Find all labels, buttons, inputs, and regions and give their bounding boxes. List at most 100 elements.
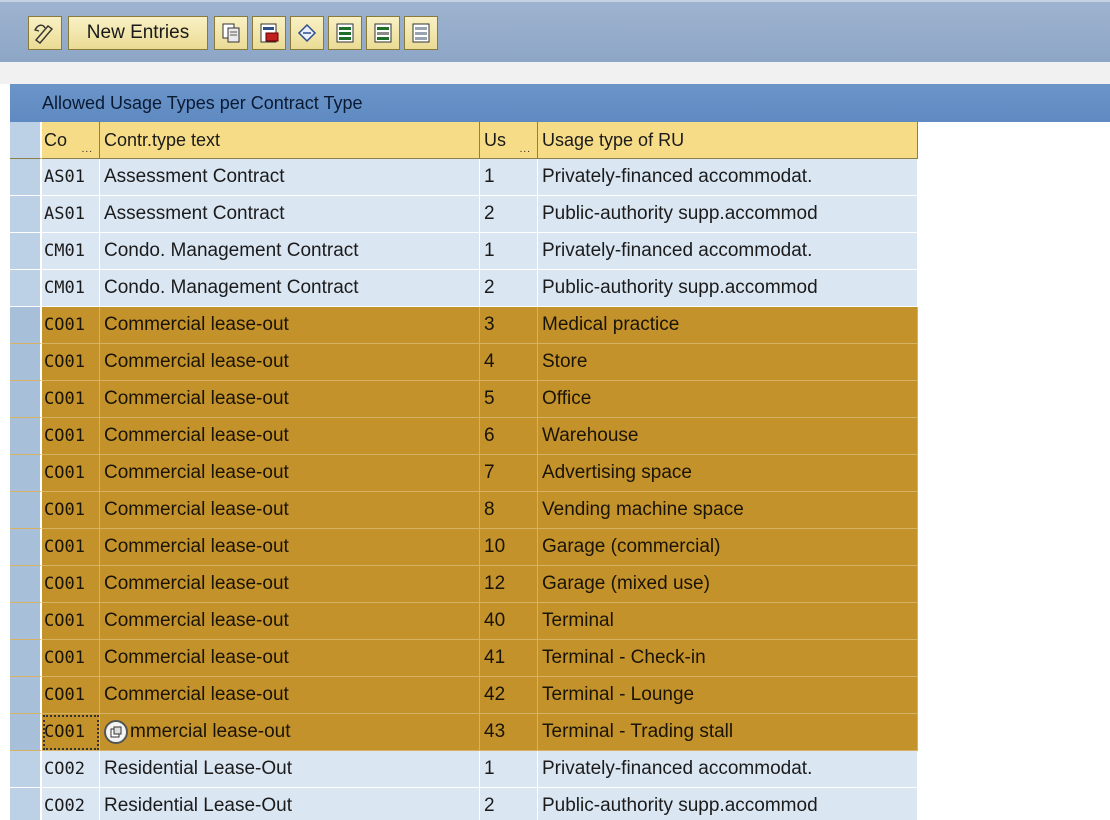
column-header-contract-text[interactable]: Contr.type text xyxy=(100,122,480,159)
usage-type-code-cell[interactable]: 5 xyxy=(480,381,538,418)
usage-type-code-cell[interactable]: 2 xyxy=(480,270,538,307)
usage-type-text-cell[interactable]: Terminal - Check-in xyxy=(538,640,918,677)
row-selector-button[interactable] xyxy=(10,603,42,640)
column-header-code[interactable]: Co... xyxy=(42,122,100,159)
usage-type-text-cell[interactable]: Medical practice xyxy=(538,307,918,344)
contract-type-text-cell[interactable]: Commercial lease-out xyxy=(100,603,480,640)
contract-type-text-cell[interactable]: Commercial lease-out xyxy=(100,455,480,492)
new-entries-button[interactable]: New Entries xyxy=(68,16,208,50)
table-row[interactable]: CO02 Residential Lease-Out 2 Public-authori… xyxy=(10,788,918,820)
usage-type-text-cell[interactable]: Store xyxy=(538,344,918,381)
contract-type-code-cell[interactable]: CO01 xyxy=(42,455,100,492)
table-row[interactable]: CO01 Commercial lease-out 7 Advertising spa… xyxy=(10,455,918,492)
contract-type-text-cell[interactable]: Commercial lease-out xyxy=(100,529,480,566)
select-all-button[interactable] xyxy=(328,16,362,50)
contract-type-text-cell[interactable]: Residential Lease-Out xyxy=(100,788,480,820)
row-selector-button[interactable] xyxy=(10,196,42,233)
contract-type-text-cell[interactable]: Assessment Contract xyxy=(100,159,480,196)
usage-type-text-cell[interactable]: Public-authority supp.accommod xyxy=(538,270,918,307)
usage-type-code-cell[interactable]: 41 xyxy=(480,640,538,677)
usage-type-text-cell[interactable]: Office xyxy=(538,381,918,418)
table-row[interactable]: CO02 Residential Lease-Out 1 Privately-fina… xyxy=(10,751,918,788)
table-row[interactable]: CO01 Commercial lease-out 4 Store xyxy=(10,344,918,381)
table-row[interactable]: CO01 Commercial lease-out 42 Terminal - Lou… xyxy=(10,677,918,714)
select-all-rows-button[interactable] xyxy=(10,122,42,159)
table-row[interactable]: CO01 Commercial lease-out 8 Vending machine… xyxy=(10,492,918,529)
contract-type-text-cell[interactable]: Condo. Management Contract xyxy=(100,270,480,307)
usage-type-code-cell[interactable]: 1 xyxy=(480,233,538,270)
contract-type-code-cell[interactable]: CO02 xyxy=(42,751,100,788)
usage-type-text-cell[interactable]: Terminal - Trading stall xyxy=(538,714,918,751)
row-selector-button[interactable] xyxy=(10,455,42,492)
contract-type-text-cell[interactable]: Commercial lease-out xyxy=(100,418,480,455)
table-row[interactable]: CM01 Condo. Management Contract 2 Public-au… xyxy=(10,270,918,307)
usage-type-text-cell[interactable]: Terminal xyxy=(538,603,918,640)
contract-type-code-cell[interactable]: CM01 xyxy=(42,233,100,270)
row-selector-button[interactable] xyxy=(10,714,42,751)
row-selector-button[interactable] xyxy=(10,751,42,788)
contract-type-text-cell[interactable]: Condo. Management Contract xyxy=(100,233,480,270)
usage-type-code-cell[interactable]: 43 xyxy=(480,714,538,751)
table-row[interactable]: CO01 Commercial lease-out 6 Warehouse xyxy=(10,418,918,455)
contract-type-code-cell[interactable]: CO01 xyxy=(42,566,100,603)
row-selector-button[interactable] xyxy=(10,233,42,270)
column-header-usage-text[interactable]: Usage type of RU xyxy=(538,122,918,159)
contract-type-code-cell[interactable]: CO01 xyxy=(42,714,100,751)
table-row[interactable]: CO01 Commercial lease-out 41 Terminal - Che… xyxy=(10,640,918,677)
table-row[interactable]: AS01 Assessment Contract 2 Public-authority… xyxy=(10,196,918,233)
table-row[interactable]: CM01 Condo. Management Contract 1 Privately… xyxy=(10,233,918,270)
row-selector-button[interactable] xyxy=(10,640,42,677)
usage-type-code-cell[interactable]: 8 xyxy=(480,492,538,529)
table-row[interactable]: CO01 Commercial lease-out 3 Medical practic… xyxy=(10,307,918,344)
contract-type-code-cell[interactable]: CO01 xyxy=(42,677,100,714)
usage-type-code-cell[interactable]: 10 xyxy=(480,529,538,566)
row-selector-button[interactable] xyxy=(10,307,42,344)
contract-type-text-cell[interactable]: Commercial lease-out xyxy=(100,381,480,418)
contract-type-text-cell[interactable]: Commercial lease-out xyxy=(100,677,480,714)
table-row[interactable]: CO01 Commercial lease-out 10 Garage (commer… xyxy=(10,529,918,566)
contract-type-text-cell[interactable]: Residential Lease-Out xyxy=(100,751,480,788)
usage-type-text-cell[interactable]: Garage (mixed use) xyxy=(538,566,918,603)
row-selector-button[interactable] xyxy=(10,344,42,381)
contract-type-code-cell[interactable]: CO01 xyxy=(42,529,100,566)
usage-type-text-cell[interactable]: Terminal - Lounge xyxy=(538,677,918,714)
column-header-usage[interactable]: Us... xyxy=(480,122,538,159)
table-row[interactable]: CO01 Commercial lease-out 5 Office xyxy=(10,381,918,418)
table-row[interactable]: CO01 Commercial lease-out 12 Garage (mixed … xyxy=(10,566,918,603)
row-selector-button[interactable] xyxy=(10,492,42,529)
table-row[interactable]: AS01 Assessment Contract 1 Privately-financ… xyxy=(10,159,918,196)
contract-type-code-cell[interactable]: AS01 xyxy=(42,196,100,233)
change-display-button[interactable] xyxy=(28,16,62,50)
table-row[interactable]: CO01 mmercial lease-out 43 Terminal - Tradi… xyxy=(10,714,918,751)
usage-type-code-cell[interactable]: 6 xyxy=(480,418,538,455)
usage-type-code-cell[interactable]: 7 xyxy=(480,455,538,492)
usage-type-code-cell[interactable]: 2 xyxy=(480,788,538,820)
contract-type-code-cell[interactable]: CO01 xyxy=(42,381,100,418)
usage-type-text-cell[interactable]: Privately-financed accommodat. xyxy=(538,233,918,270)
table-row[interactable]: CO01 Commercial lease-out 40 Terminal xyxy=(10,603,918,640)
usage-type-code-cell[interactable]: 42 xyxy=(480,677,538,714)
contract-type-code-cell[interactable]: CO02 xyxy=(42,788,100,820)
usage-type-code-cell[interactable]: 40 xyxy=(480,603,538,640)
row-selector-button[interactable] xyxy=(10,270,42,307)
row-selector-button[interactable] xyxy=(10,677,42,714)
row-selector-button[interactable] xyxy=(10,788,42,820)
row-selector-button[interactable] xyxy=(10,418,42,455)
usage-type-text-cell[interactable]: Public-authority supp.accommod xyxy=(538,196,918,233)
usage-type-text-cell[interactable]: Public-authority supp.accommod xyxy=(538,788,918,820)
contract-type-text-cell[interactable]: Commercial lease-out xyxy=(100,492,480,529)
contract-type-text-cell[interactable]: Commercial lease-out xyxy=(100,344,480,381)
contract-type-text-cell[interactable]: Commercial lease-out xyxy=(100,307,480,344)
contract-type-text-cell[interactable]: Commercial lease-out xyxy=(100,640,480,677)
copy-as-button[interactable] xyxy=(214,16,248,50)
contract-type-code-cell[interactable]: CO01 xyxy=(42,492,100,529)
contract-type-text-cell[interactable]: Assessment Contract xyxy=(100,196,480,233)
contract-type-code-cell[interactable]: CO01 xyxy=(42,603,100,640)
deselect-all-button[interactable] xyxy=(404,16,438,50)
usage-type-text-cell[interactable]: Garage (commercial) xyxy=(538,529,918,566)
usage-type-code-cell[interactable]: 3 xyxy=(480,307,538,344)
contract-type-text-cell[interactable]: Commercial lease-out xyxy=(100,566,480,603)
select-block-button[interactable] xyxy=(366,16,400,50)
usage-type-code-cell[interactable]: 1 xyxy=(480,751,538,788)
contract-type-code-cell[interactable]: CO01 xyxy=(42,418,100,455)
